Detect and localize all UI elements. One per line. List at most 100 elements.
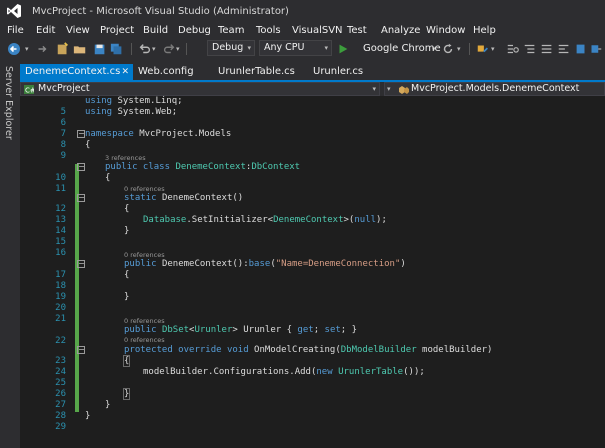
menu-bar: File Edit View Project Build Debug Team … bbox=[0, 22, 605, 39]
code-line-8: 8 − namespace MvcProject.Models bbox=[20, 129, 605, 150]
code-line-7: 7 bbox=[20, 118, 605, 139]
back-dropdown-icon[interactable]: ▾ bbox=[25, 45, 29, 61]
menu-analyze[interactable]: Analyze bbox=[381, 25, 420, 36]
visual-studio-logo-icon bbox=[7, 4, 21, 18]
find-icon[interactable] bbox=[506, 41, 520, 57]
browser-link-dropdown-icon[interactable]: ▾ bbox=[491, 45, 495, 61]
menu-team[interactable]: Team bbox=[218, 25, 244, 36]
chevron-down-icon: ▾ bbox=[387, 85, 391, 93]
menu-view[interactable]: View bbox=[66, 25, 90, 36]
code-line-6: 6 using System.Web; bbox=[20, 107, 605, 128]
menu-file[interactable]: File bbox=[7, 25, 24, 36]
code-line-17: 17 − public DenemeContext():base("Name=D… bbox=[20, 259, 605, 280]
new-project-icon[interactable] bbox=[56, 41, 70, 57]
project-dropdown[interactable]: C# MvcProject ▾ bbox=[20, 82, 380, 96]
code-line-20: 20 } bbox=[20, 292, 605, 313]
code-line-11: 11 { bbox=[20, 173, 605, 194]
forward-icon[interactable] bbox=[35, 41, 49, 57]
menu-tools[interactable]: Tools bbox=[256, 25, 281, 36]
save-all-icon[interactable] bbox=[110, 41, 124, 57]
navigation-bar: C# MvcProject ▾ ▾ MvcProject.Models.Dene… bbox=[20, 82, 605, 96]
title-bar: MvcProject - Microsoft Visual Studio (Ad… bbox=[0, 0, 605, 22]
menu-project[interactable]: Project bbox=[100, 25, 134, 36]
code-line-25: 25 modelBuilder.Configurations.Add(new U… bbox=[20, 367, 605, 388]
undo-dropdown-icon[interactable]: ▾ bbox=[152, 45, 156, 61]
menu-visualsvn[interactable]: VisualSVN bbox=[292, 25, 343, 36]
code-line-27: 27 } bbox=[20, 388, 605, 410]
code-line-28: 28 } bbox=[20, 400, 605, 421]
refresh-icon[interactable] bbox=[441, 41, 455, 57]
code-line-9: 9 { bbox=[20, 140, 605, 161]
collapse-toggle-icon[interactable]: − bbox=[77, 194, 85, 202]
side-rail: Server Explorer bbox=[0, 60, 20, 448]
tab-urunlertable[interactable]: UrunlerTable.cs bbox=[213, 64, 308, 80]
toolbar-separator bbox=[131, 43, 132, 55]
tab-web-config[interactable]: Web.config bbox=[133, 64, 213, 80]
collapse-toggle-icon[interactable]: − bbox=[77, 260, 85, 268]
code-line-22: 22 public DbSet<Urunler> Urunler { get; … bbox=[20, 325, 605, 346]
menu-test[interactable]: Test bbox=[347, 25, 367, 36]
collapse-toggle-icon[interactable]: − bbox=[77, 346, 85, 354]
references-link[interactable]: 0 references bbox=[124, 336, 165, 345]
chevron-down-icon: ▾ bbox=[372, 85, 376, 93]
code-line-19: 19 bbox=[20, 281, 605, 302]
server-explorer-tab[interactable]: Server Explorer bbox=[3, 66, 14, 140]
redo-dropdown-icon[interactable]: ▾ bbox=[176, 45, 180, 61]
class-icon bbox=[399, 86, 409, 94]
tab-label: Web.config bbox=[138, 66, 194, 77]
code-line-21: 21 bbox=[20, 303, 605, 324]
type-dropdown[interactable]: ▾ MvcProject.Models.DenemeContext bbox=[384, 82, 605, 96]
solution-configuration-dropdown[interactable]: Debug ▾ bbox=[207, 40, 255, 56]
code-line-13: 13 { bbox=[20, 204, 605, 225]
solution-configuration-value: Debug bbox=[212, 42, 244, 53]
code-line-24: 24 { bbox=[20, 355, 605, 377]
collapse-toggle-icon[interactable]: − bbox=[77, 130, 85, 138]
tab-label: UrunlerTable.cs bbox=[218, 66, 295, 77]
solution-platform-dropdown[interactable]: Any CPU ▾ bbox=[259, 40, 332, 56]
type-name: MvcProject.Models.DenemeContext bbox=[411, 83, 580, 94]
menu-window[interactable]: Window bbox=[426, 25, 465, 36]
redo-icon[interactable] bbox=[162, 41, 176, 57]
chevron-down-icon: ▾ bbox=[247, 44, 251, 52]
tab-denemecontext[interactable]: DenemeContext.cs ✕ bbox=[20, 64, 133, 80]
code-line-16: 16 bbox=[20, 237, 605, 258]
menu-debug[interactable]: Debug bbox=[178, 25, 211, 36]
code-line-5: 5 using System.Linq; bbox=[20, 96, 605, 117]
code-line-26: 26 bbox=[20, 378, 605, 399]
open-file-icon[interactable] bbox=[73, 41, 87, 57]
browser-link-icon[interactable] bbox=[476, 41, 490, 57]
close-icon[interactable]: ✕ bbox=[121, 64, 129, 80]
project-name: MvcProject bbox=[38, 83, 90, 94]
window-title: MvcProject - Microsoft Visual Studio (Ad… bbox=[32, 6, 289, 17]
code-line-14: 14 Database.SetInitializer<DenemeContext… bbox=[20, 215, 605, 236]
code-editor[interactable]: 5 using System.Linq; 6 using System.Web;… bbox=[20, 96, 605, 448]
bookmark-next-icon[interactable] bbox=[590, 41, 602, 57]
code-line-15: 15 } bbox=[20, 226, 605, 247]
line-number: 29 bbox=[55, 422, 66, 432]
tab-urunler[interactable]: Urunler.cs bbox=[308, 64, 388, 80]
back-icon[interactable] bbox=[6, 41, 22, 57]
solution-platform-value: Any CPU bbox=[264, 42, 305, 53]
toolbar-separator bbox=[186, 43, 187, 55]
start-debugging-icon[interactable] bbox=[336, 41, 350, 57]
menu-help[interactable]: Help bbox=[473, 25, 496, 36]
svg-text:C#: C# bbox=[25, 87, 34, 95]
code-line-29: 29 } bbox=[20, 411, 605, 432]
collapse-toggle-icon[interactable]: − bbox=[77, 163, 85, 171]
code-line-10: 10 − public class DenemeContext:DbContex… bbox=[20, 162, 605, 183]
save-icon[interactable] bbox=[93, 41, 107, 57]
code-line-18: 18 { bbox=[20, 270, 605, 291]
chevron-down-icon: ▾ bbox=[324, 44, 328, 52]
tab-label: Urunler.cs bbox=[313, 66, 364, 77]
code-line-12: 12 − static DenemeContext() bbox=[20, 193, 605, 214]
start-browser-label[interactable]: Google Chrome bbox=[363, 43, 441, 54]
csharp-project-icon: C# bbox=[24, 85, 34, 94]
menu-build[interactable]: Build bbox=[143, 25, 168, 36]
undo-icon[interactable] bbox=[138, 41, 152, 57]
format-icon[interactable] bbox=[523, 41, 537, 57]
refresh-dropdown-icon[interactable]: ▾ bbox=[457, 45, 461, 61]
menu-edit[interactable]: Edit bbox=[36, 25, 55, 36]
bookmark-icon[interactable] bbox=[574, 41, 588, 57]
uncomment-icon[interactable] bbox=[557, 41, 571, 57]
comment-out-icon[interactable] bbox=[540, 41, 554, 57]
